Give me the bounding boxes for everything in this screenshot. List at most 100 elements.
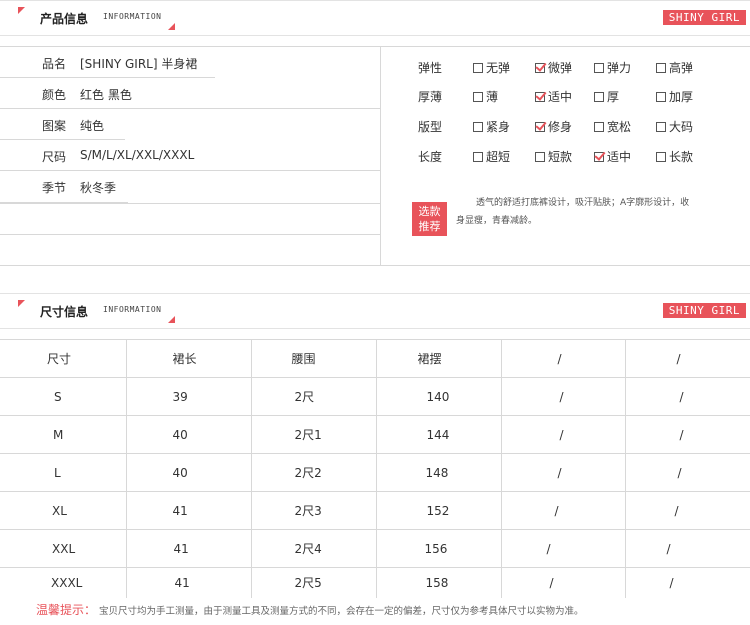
checkbox-checked[interactable]: [535, 91, 545, 102]
option-label: 无弹: [486, 61, 511, 75]
checkbox[interactable]: [656, 121, 666, 132]
option[interactable]: 加厚: [656, 88, 693, 105]
table-cell: 158: [375, 567, 501, 598]
checkbox[interactable]: [473, 62, 483, 73]
table-header-cell: /: [500, 339, 625, 378]
option[interactable]: 微弹: [535, 59, 572, 76]
corner-decoration: [18, 300, 25, 307]
checkbox[interactable]: [656, 151, 666, 162]
section-subtitle: INFORMATION: [103, 12, 162, 21]
table-cell: /: [500, 377, 625, 416]
info-label: 品名: [42, 57, 67, 71]
table-cell: /: [624, 377, 750, 416]
option[interactable]: 厚: [594, 88, 619, 105]
notice-label: 温馨提示：: [36, 603, 97, 617]
table-cell: 2尺4: [250, 529, 376, 568]
checkbox[interactable]: [594, 62, 604, 73]
recommend-text: 透气的舒适打底裤设计，吸汗贴肤；A字廓形设计，收身显瘦，青春减龄。: [456, 198, 690, 226]
option[interactable]: 短款: [535, 148, 572, 165]
option[interactable]: 修身: [535, 118, 572, 135]
attr-row-thickness: 厚薄 薄 适中 厚 加厚: [381, 81, 750, 110]
info-row: 品名 [SHINY GIRL] 半身裙: [0, 47, 380, 78]
option[interactable]: 长款: [656, 148, 693, 165]
option[interactable]: 弹力: [594, 59, 631, 76]
info-value: 秋冬季: [80, 181, 117, 195]
option[interactable]: 适中: [594, 148, 631, 165]
checkbox-checked[interactable]: [535, 62, 545, 73]
option-label: 适中: [607, 150, 632, 164]
option[interactable]: 适中: [535, 88, 572, 105]
checkbox[interactable]: [656, 62, 666, 73]
checkbox[interactable]: [656, 91, 666, 102]
table-cell: 148: [375, 453, 501, 492]
table-cell: 40: [125, 415, 251, 454]
attr-label: 长度: [418, 150, 443, 164]
size-table: 尺寸 裙长 腰围 裙摆 / / S 39 2尺 140 / / M 40 2尺1…: [0, 339, 750, 598]
corner-decoration: [18, 7, 25, 14]
table-cell: /: [500, 453, 625, 492]
info-value: 红色 黑色: [80, 88, 132, 102]
table-cell: XXXL: [0, 567, 126, 598]
option[interactable]: 宽松: [594, 118, 631, 135]
checkbox[interactable]: [473, 91, 483, 102]
option-label: 高弹: [669, 61, 694, 75]
checkbox[interactable]: [535, 151, 545, 162]
info-value: [SHINY GIRL] 半身裙: [80, 57, 198, 71]
table-cell: 2尺3: [250, 491, 376, 530]
info-row: 尺码 S/M/L/XL/XXL/XXXL: [0, 140, 380, 171]
table-cell: /: [500, 567, 625, 598]
corner-decoration: [168, 316, 175, 323]
table-cell: 41: [125, 491, 251, 530]
attr-row-length: 长度 超短 短款 适中 长款: [381, 141, 750, 170]
option-label: 短款: [548, 150, 573, 164]
section-title: 尺寸信息: [40, 305, 89, 319]
option[interactable]: 大码: [656, 118, 693, 135]
option[interactable]: 薄: [473, 88, 498, 105]
table-cell: /: [624, 453, 750, 492]
checkbox[interactable]: [473, 151, 483, 162]
table-header-row: 尺寸 裙长 腰围 裙摆 / /: [0, 339, 750, 378]
table-cell: 40: [125, 453, 251, 492]
table-row: XL 41 2尺3 152 / /: [0, 491, 750, 530]
option-label: 弹力: [607, 61, 632, 75]
checkbox-checked[interactable]: [535, 121, 545, 132]
option[interactable]: 超短: [473, 148, 510, 165]
table-cell: /: [624, 567, 750, 598]
table-cell: 41: [125, 567, 251, 598]
product-info-header: 产品信息 INFORMATION SHINY GIRL: [0, 0, 750, 36]
table-cell: S: [0, 377, 126, 416]
table-cell: M: [0, 415, 126, 454]
notice: 温馨提示： 宝贝尺寸均为手工测量，由于测量工具及测量方式的不同，会存在一定的偏差…: [36, 601, 584, 618]
checkbox[interactable]: [594, 121, 604, 132]
product-info-box: 品名 [SHINY GIRL] 半身裙 颜色 红色 黑色 图案 纯色 尺码 S/…: [0, 46, 750, 266]
info-label: 图案: [42, 119, 67, 133]
table-header-cell: 尺寸: [0, 339, 126, 378]
table-header-cell: 腰围: [250, 339, 376, 378]
info-label: 颜色: [42, 88, 67, 102]
option[interactable]: 无弹: [473, 59, 510, 76]
table-cell: 144: [375, 415, 501, 454]
option-label: 紧身: [486, 120, 511, 134]
option[interactable]: 紧身: [473, 118, 510, 135]
table-cell: /: [500, 415, 625, 454]
checkbox[interactable]: [594, 91, 604, 102]
option[interactable]: 高弹: [656, 59, 693, 76]
info-row: 季节 秋冬季: [0, 171, 380, 203]
corner-decoration: [168, 23, 175, 30]
brand-badge: SHINY GIRL: [662, 10, 746, 25]
option-label: 加厚: [669, 90, 694, 104]
checkbox-checked[interactable]: [594, 151, 604, 162]
option-label: 大码: [669, 120, 694, 134]
table-cell: /: [500, 491, 625, 530]
info-value: S/M/L/XL/XXL/XXXL: [80, 148, 195, 162]
table-cell: 140: [375, 377, 501, 416]
table-cell: 2尺2: [250, 453, 376, 492]
table-cell: /: [624, 529, 750, 568]
recommend-badge-line: 推荐: [418, 220, 441, 233]
table-cell: /: [624, 415, 750, 454]
info-row: 颜色 红色 黑色: [0, 78, 380, 109]
checkbox[interactable]: [473, 121, 483, 132]
table-row: L 40 2尺2 148 / /: [0, 453, 750, 492]
table-cell: 2尺1: [250, 415, 376, 454]
table-row: M 40 2尺1 144 / /: [0, 415, 750, 454]
